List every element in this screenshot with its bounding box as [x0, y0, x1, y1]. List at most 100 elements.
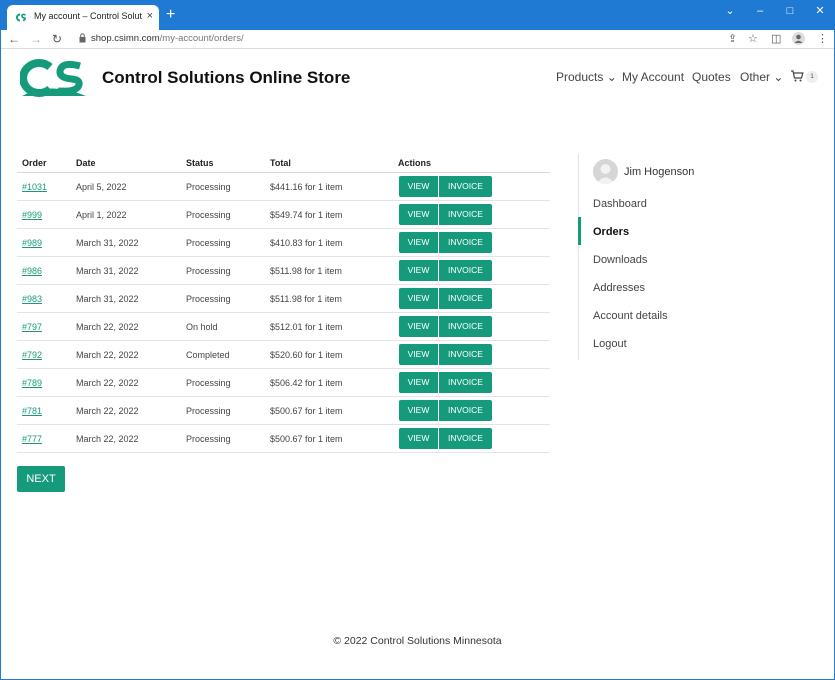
view-button[interactable]: VIEW [399, 316, 438, 337]
invoice-button[interactable]: INVOICE [439, 232, 492, 253]
sidebar-item-orders[interactable]: Orders [593, 226, 629, 238]
order-date: April 1, 2022 [76, 210, 127, 220]
order-status: Completed [186, 350, 230, 360]
order-status: Processing [186, 406, 231, 416]
order-total: $500.67 for 1 item [270, 434, 343, 444]
back-icon[interactable]: ← [8, 31, 20, 47]
nav-other[interactable]: Other ⌄ [740, 70, 783, 84]
order-total: $520.60 for 1 item [270, 350, 343, 360]
view-button[interactable]: VIEW [399, 260, 438, 281]
new-tab-button[interactable]: + [166, 7, 175, 23]
order-number-link[interactable]: #1031 [22, 182, 47, 192]
order-date: March 22, 2022 [76, 378, 139, 388]
order-status: Processing [186, 210, 231, 220]
site-logo[interactable] [20, 59, 88, 97]
view-button[interactable]: VIEW [399, 344, 438, 365]
order-status: Processing [186, 294, 231, 304]
sidebar-item-addresses[interactable]: Addresses [593, 282, 645, 294]
header-status: Status [186, 158, 214, 168]
cart-count-badge: 1 [806, 71, 818, 83]
active-indicator [578, 217, 581, 245]
url-path: /my-account/orders/ [159, 33, 244, 44]
table-row: #797 March 22, 2022 On hold $512.01 for … [17, 313, 550, 341]
order-total: $410.83 for 1 item [270, 238, 343, 248]
forward-icon[interactable]: → [30, 31, 42, 47]
order-number-link[interactable]: #999 [22, 210, 42, 220]
table-row: #777 March 22, 2022 Processing $500.67 f… [17, 425, 550, 453]
tab-close-icon[interactable]: × [147, 10, 153, 23]
order-total: $500.67 for 1 item [270, 406, 343, 416]
account-navigation: Jim Hogenson Dashboard Orders Downloads … [578, 154, 778, 360]
sidebar-item-logout[interactable]: Logout [593, 338, 627, 350]
maximize-button[interactable]: □ [782, 4, 798, 18]
order-number-link[interactable]: #989 [22, 238, 42, 248]
tab-title: My account – Control Solutions Online St… [34, 11, 142, 21]
invoice-button[interactable]: INVOICE [439, 372, 492, 393]
nav-my-account[interactable]: My Account [622, 70, 684, 84]
nav-products[interactable]: Products ⌄ [556, 70, 617, 84]
username: Jim Hogenson [624, 166, 695, 178]
site-favicon-icon [16, 13, 27, 22]
order-number-link[interactable]: #777 [22, 434, 42, 444]
view-button[interactable]: VIEW [399, 204, 438, 225]
table-header: Order Date Status Total Actions [17, 155, 550, 173]
order-number-link[interactable]: #781 [22, 406, 42, 416]
order-total: $549.74 for 1 item [270, 210, 343, 220]
sidebar-item-account-details[interactable]: Account details [593, 310, 668, 322]
next-page-button[interactable]: NEXT [17, 466, 65, 492]
order-date: April 5, 2022 [76, 182, 127, 192]
invoice-button[interactable]: INVOICE [439, 316, 492, 337]
site-title[interactable]: Control Solutions Online Store [102, 68, 350, 88]
invoice-button[interactable]: INVOICE [439, 288, 492, 309]
nav-quotes[interactable]: Quotes [692, 70, 731, 84]
view-button[interactable]: VIEW [399, 400, 438, 421]
profile-avatar-icon[interactable] [792, 32, 805, 45]
tab-search-icon[interactable]: ⌄ [722, 4, 738, 18]
address-bar[interactable]: shop.csimn.com/my-account/orders/ [91, 33, 244, 44]
invoice-button[interactable]: INVOICE [439, 344, 492, 365]
view-button[interactable]: VIEW [399, 232, 438, 253]
invoice-button[interactable]: INVOICE [439, 204, 492, 225]
view-button[interactable]: VIEW [399, 176, 438, 197]
order-number-link[interactable]: #792 [22, 350, 42, 360]
browser-tab[interactable]: My account – Control Solutions Online St… [7, 5, 159, 30]
cart-icon[interactable] [790, 69, 804, 83]
browser-menu-icon[interactable]: ⋮ [817, 32, 828, 46]
order-number-link[interactable]: #983 [22, 294, 42, 304]
view-button[interactable]: VIEW [399, 372, 438, 393]
table-row: #789 March 22, 2022 Processing $506.42 f… [17, 369, 550, 397]
table-row: #999 April 1, 2022 Processing $549.74 fo… [17, 201, 550, 229]
table-row: #792 March 22, 2022 Completed $520.60 fo… [17, 341, 550, 369]
header-date: Date [76, 158, 96, 168]
order-date: March 31, 2022 [76, 294, 139, 304]
invoice-button[interactable]: INVOICE [439, 176, 492, 197]
view-button[interactable]: VIEW [399, 428, 438, 449]
reload-icon[interactable]: ↻ [52, 31, 62, 47]
order-number-link[interactable]: #986 [22, 266, 42, 276]
invoice-button[interactable]: INVOICE [439, 400, 492, 421]
invoice-button[interactable]: INVOICE [439, 260, 492, 281]
browser-toolbar: ← → ↻ shop.csimn.com/my-account/orders/ … [0, 30, 835, 49]
sidebar-item-dashboard[interactable]: Dashboard [593, 198, 647, 210]
table-row: #986 March 31, 2022 Processing $511.98 f… [17, 257, 550, 285]
view-button[interactable]: VIEW [399, 288, 438, 309]
footer-copyright: © 2022 Control Solutions Minnesota [333, 635, 502, 647]
header-order: Order [22, 158, 47, 168]
order-number-link[interactable]: #797 [22, 322, 42, 332]
header-actions: Actions [398, 158, 432, 168]
side-panel-icon[interactable]: ◫ [771, 32, 781, 46]
order-date: March 22, 2022 [76, 434, 139, 444]
order-date: March 22, 2022 [76, 350, 139, 360]
order-status: Processing [186, 434, 231, 444]
sidebar-item-downloads[interactable]: Downloads [593, 254, 647, 266]
table-row: #1031 April 5, 2022 Processing $441.16 f… [17, 173, 550, 201]
close-window-button[interactable]: ✕ [812, 4, 828, 18]
lock-icon[interactable] [79, 33, 86, 43]
order-number-link[interactable]: #789 [22, 378, 42, 388]
invoice-button[interactable]: INVOICE [439, 428, 492, 449]
share-icon[interactable]: ⇪ [728, 32, 737, 46]
order-total: $512.01 for 1 item [270, 322, 343, 332]
bookmark-star-icon[interactable]: ☆ [748, 32, 758, 46]
user-avatar [593, 159, 618, 184]
minimize-button[interactable]: – [752, 4, 768, 18]
